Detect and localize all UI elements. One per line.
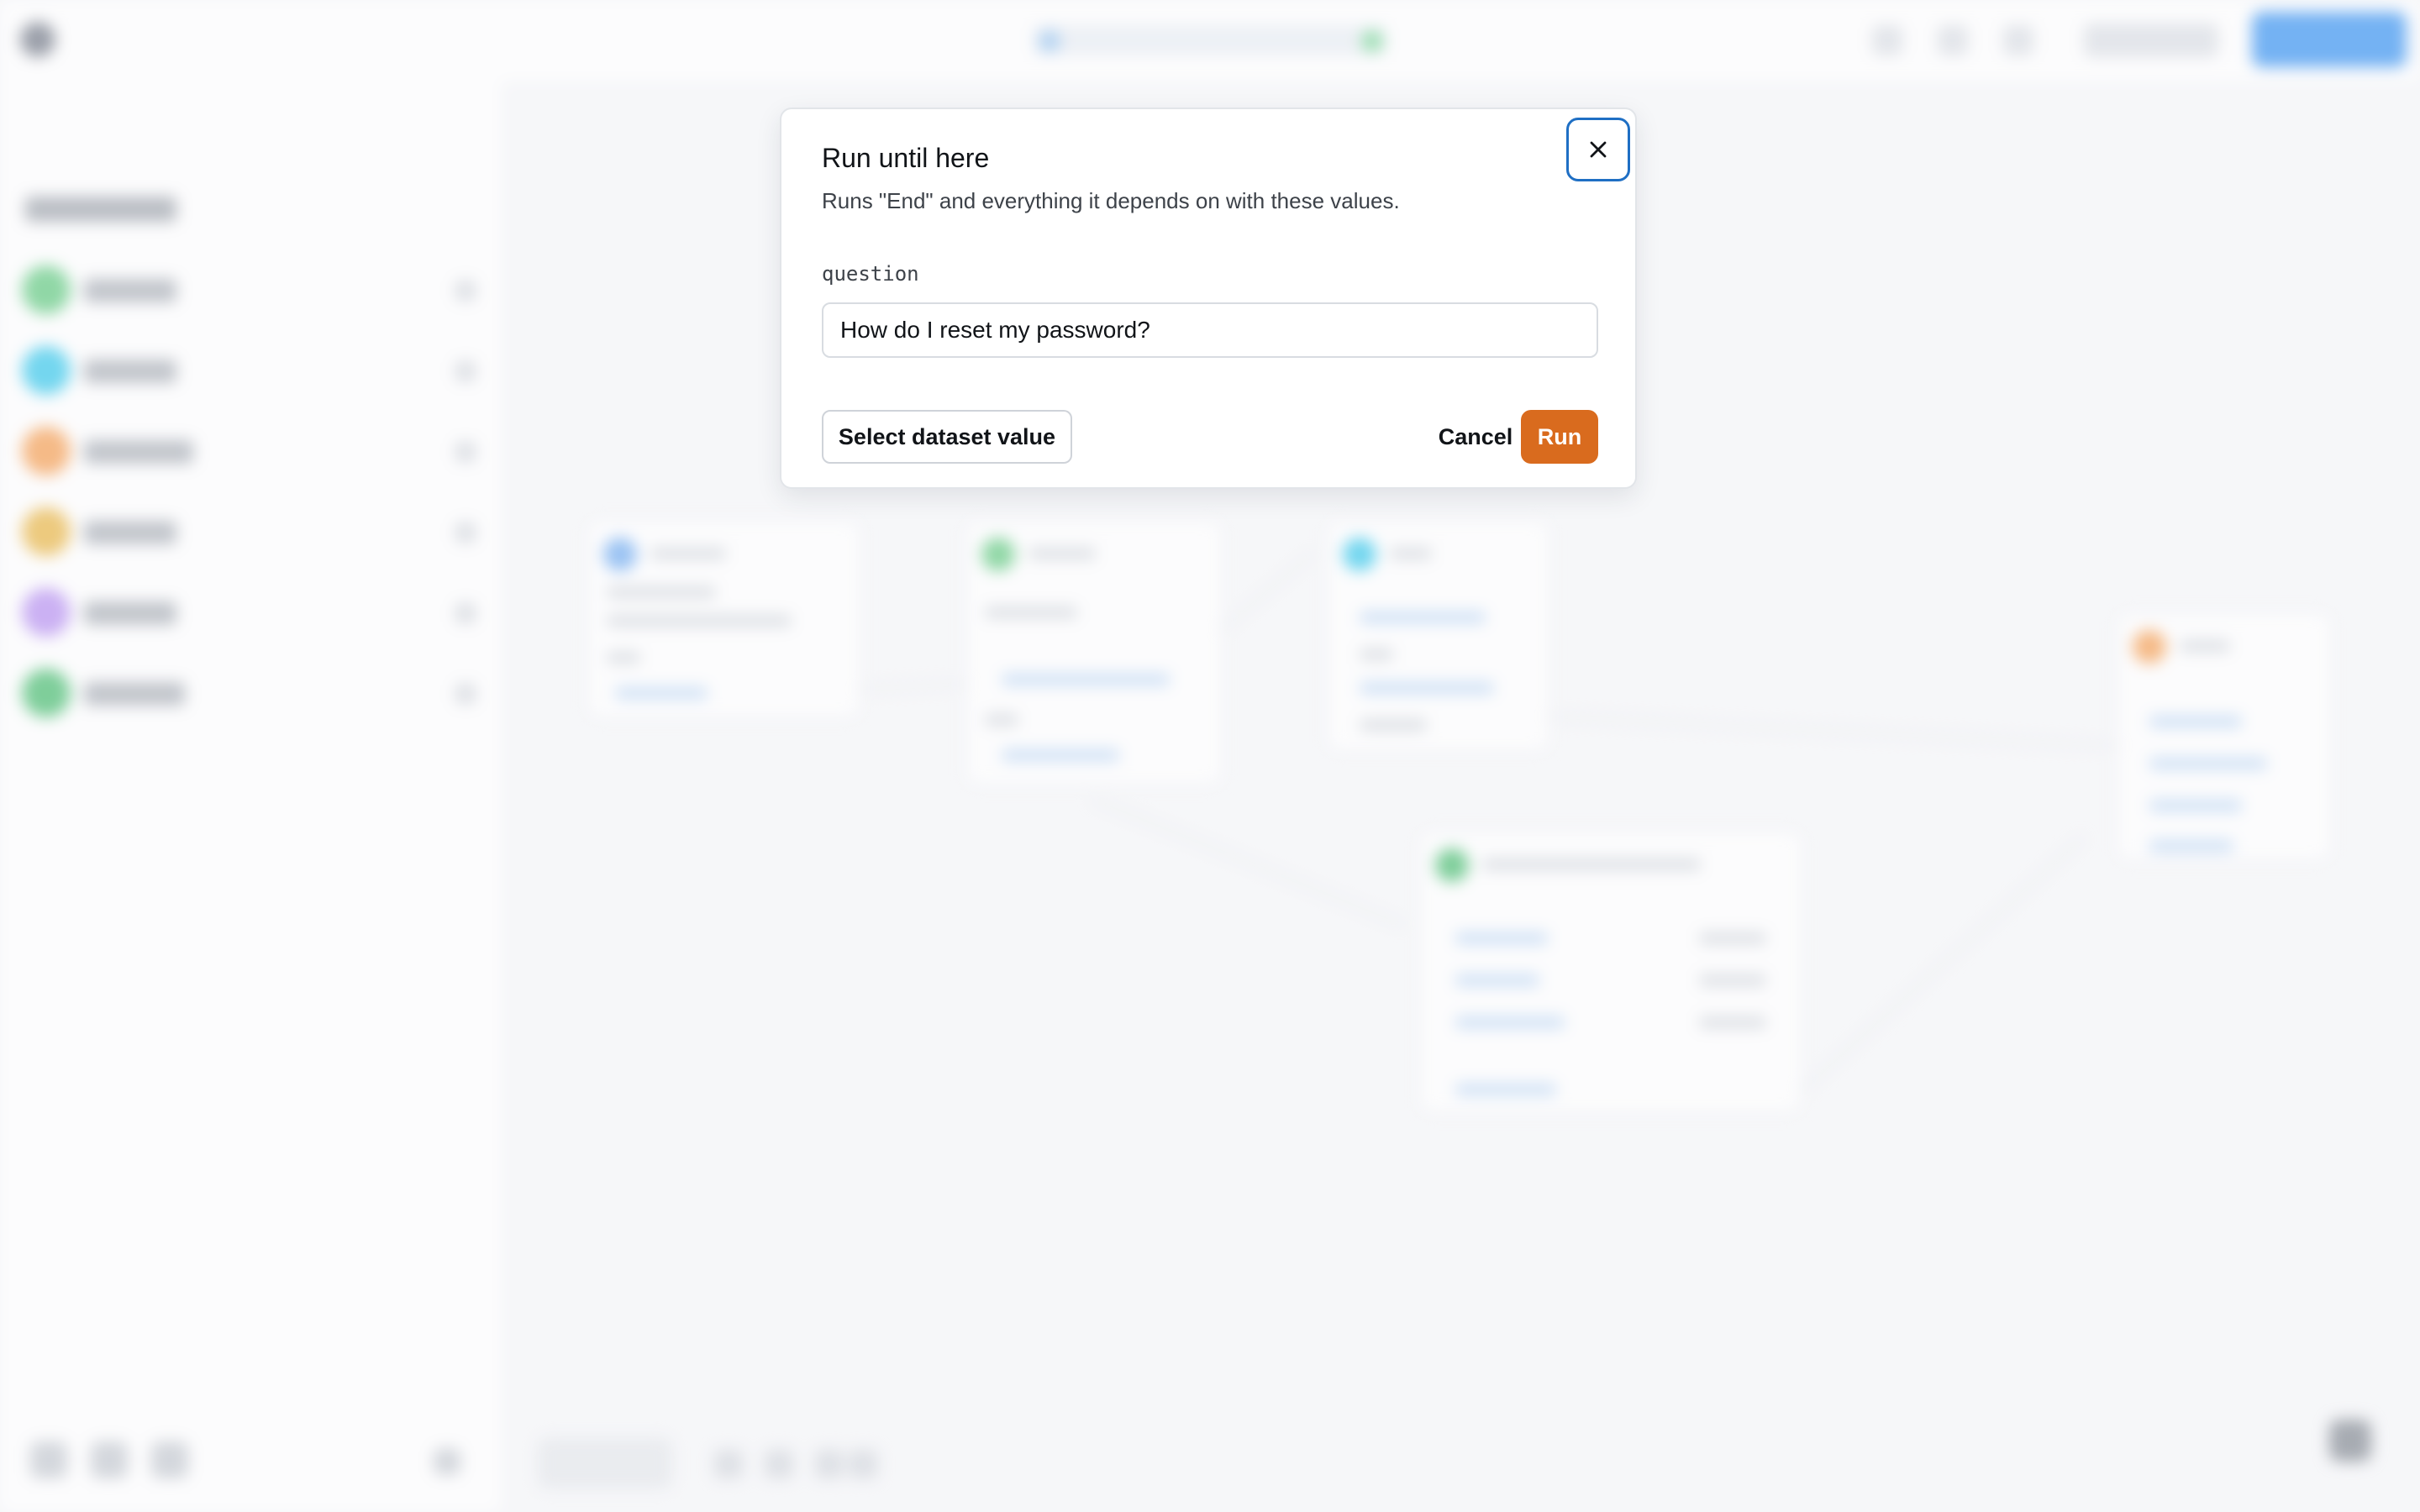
dialog-description: Runs "End" and everything it depends on … [822,188,1400,213]
run-button[interactable]: Run [1521,410,1598,464]
select-dataset-value-button[interactable]: Select dataset value [822,410,1072,464]
dialog-title: Run until here [822,143,990,173]
question-field-label: question [822,262,919,286]
run-until-here-dialog: Run until here Runs "End" and everything… [780,108,1637,489]
question-input[interactable] [822,302,1598,358]
close-icon [1590,141,1607,158]
close-button[interactable] [1566,118,1630,181]
